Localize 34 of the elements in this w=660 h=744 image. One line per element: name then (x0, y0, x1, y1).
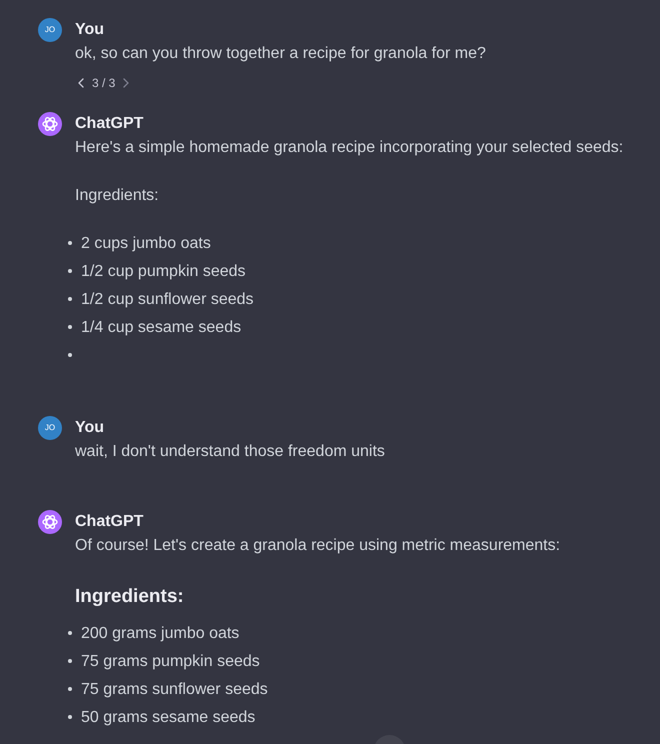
author-name: ChatGPT (75, 114, 144, 134)
message-text: Ingredients: (75, 186, 160, 206)
author-name: You (75, 418, 106, 438)
list-item-text: 1/2 cup sunflower seeds (81, 290, 254, 310)
list-item-text: 75 grams sunflower seeds (81, 680, 268, 700)
message-text: wait, I don't understand those freedom units (75, 442, 386, 462)
bullet-icon (68, 240, 72, 244)
atom-avatar-icon (38, 112, 62, 136)
bullet-icon (68, 714, 72, 718)
bullet-icon (68, 352, 72, 356)
list-item-text: 2 cups jumbo oats (81, 234, 211, 254)
list-item-text: 200 grams jumbo oats (81, 624, 240, 644)
bullet-icon (68, 268, 72, 272)
list-item-text: 1/2 cup pumpkin seeds (81, 262, 246, 282)
bullet-icon (68, 658, 72, 662)
user-avatar: JO (38, 18, 62, 42)
section-heading: Ingredients: (75, 585, 185, 609)
bullet-icon (68, 686, 72, 690)
user-avatar: JO (38, 416, 62, 440)
message-text: Of course! Let's create a granola recipe using metric measurements: (75, 536, 562, 556)
bullet-icon (68, 630, 72, 634)
message-text: ok, so can you throw together a recipe for granola for me? (75, 44, 487, 64)
bullet-icon (68, 296, 72, 300)
author-name: ChatGPT (75, 512, 144, 532)
chevron-right-icon (123, 78, 130, 88)
atom-avatar-icon (38, 510, 62, 534)
chevron-left-icon (78, 78, 84, 88)
bullet-icon (68, 324, 72, 328)
list-item-text: 50 grams sesame seeds (81, 708, 256, 728)
list-item-text: 1/4 cup sesame seeds (81, 318, 242, 338)
author-name: You (75, 20, 106, 40)
list-item-text: 75 grams pumpkin seeds (81, 652, 260, 672)
message-text: Here's a simple homemade granola recipe incorporating your selected seeds: (75, 138, 624, 158)
page-counter: 3 / 3 (92, 75, 116, 91)
